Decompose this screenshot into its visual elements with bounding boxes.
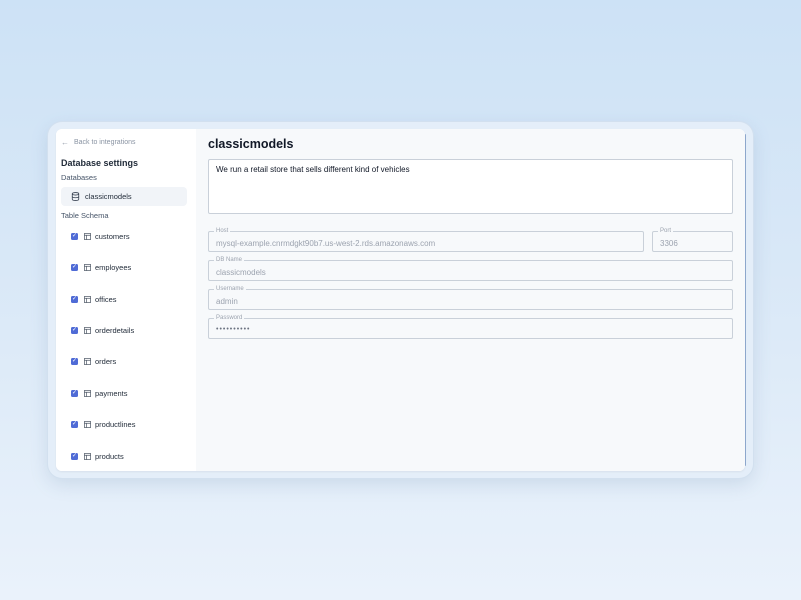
host-value: mysql-example.cnrmdgkt90b7.us-west-2.rds…: [216, 238, 436, 248]
database-item-label: classicmodels: [85, 192, 132, 201]
table-label: orderdetails: [95, 325, 135, 335]
username-field[interactable]: Username admin: [208, 285, 733, 310]
table-icon: [84, 421, 91, 429]
table-schema-item: ✓ orders: [71, 346, 196, 377]
table-schema-label: Table Schema: [61, 211, 109, 220]
database-item-classicmodels[interactable]: classicmodels: [61, 187, 187, 206]
db-name-label: DB Name: [214, 256, 245, 264]
table-schema-item: ✓ orderdetails: [71, 315, 196, 346]
table-checkbox[interactable]: ✓: [71, 264, 78, 272]
table-label: payments: [95, 388, 128, 398]
db-name-field[interactable]: DB Name classicmodels: [208, 256, 733, 281]
db-name-value: classicmodels: [216, 267, 266, 277]
page-title: classicmodels: [208, 137, 294, 151]
table-icon: [84, 389, 91, 397]
table-checkbox[interactable]: ✓: [71, 295, 78, 303]
table-schema-item: ✓ offices: [71, 283, 196, 314]
table-label: employees: [95, 263, 132, 273]
host-port-row: Host mysql-example.cnrmdgkt90b7.us-west-…: [208, 227, 733, 252]
table-label: products: [95, 451, 124, 461]
databases-label: Databases: [61, 173, 97, 182]
sidebar-heading: Database settings: [61, 158, 139, 168]
host-field[interactable]: Host mysql-example.cnrmdgkt90b7.us-west-…: [208, 227, 644, 252]
password-value: ••••••••••: [216, 326, 251, 333]
table-icon: [84, 358, 91, 366]
port-field[interactable]: Port 3306: [652, 227, 733, 252]
main-panel: classicmodels We run a retail store that…: [196, 129, 745, 471]
table-label: orders: [95, 357, 117, 367]
table-label: customers: [95, 232, 130, 241]
sidebar: ← Back to integrations Database settings…: [56, 129, 196, 471]
table-icon: [84, 327, 91, 334]
table-icon: [84, 233, 91, 240]
description-textarea[interactable]: We run a retail store that sells differe…: [208, 159, 733, 214]
arrow-left-icon: ←: [61, 138, 69, 147]
back-to-integrations-link[interactable]: ← Back to integrations: [61, 138, 196, 147]
port-value: 3306: [660, 238, 678, 248]
table-checkbox[interactable]: ✓: [71, 389, 78, 397]
username-value: admin: [216, 296, 238, 306]
database-icon: [71, 192, 80, 201]
table-schema-item: ✓ customers: [71, 221, 196, 252]
host-label: Host: [214, 227, 231, 235]
port-label: Port: [658, 227, 674, 235]
table-label: offices: [95, 294, 117, 304]
password-field[interactable]: Password ••••••••••: [208, 314, 733, 339]
table-list: ✓ customers ✓ employees ✓ offices ✓ orderdetail…: [61, 221, 196, 471]
password-label: Password: [214, 314, 245, 322]
table-checkbox[interactable]: ✓: [71, 233, 78, 240]
table-checkbox[interactable]: ✓: [71, 326, 78, 334]
table-schema-item: ✓ payments: [71, 378, 196, 409]
table-icon: [84, 452, 91, 460]
table-schema-item: ✓ employees: [71, 252, 196, 283]
table-schema-item: ✓ productlines: [71, 409, 196, 440]
table-label: productlines: [95, 420, 136, 430]
table-checkbox[interactable]: ✓: [71, 358, 78, 366]
table-checkbox[interactable]: ✓: [71, 452, 78, 460]
table-icon: [84, 264, 91, 272]
table-icon: [84, 295, 91, 303]
username-label: Username: [214, 285, 246, 293]
app-window: ← Back to integrations Database settings…: [56, 129, 745, 471]
table-schema-item: ✓ products: [71, 440, 196, 471]
table-checkbox[interactable]: ✓: [71, 421, 78, 429]
back-link-label: Back to integrations: [74, 139, 136, 146]
